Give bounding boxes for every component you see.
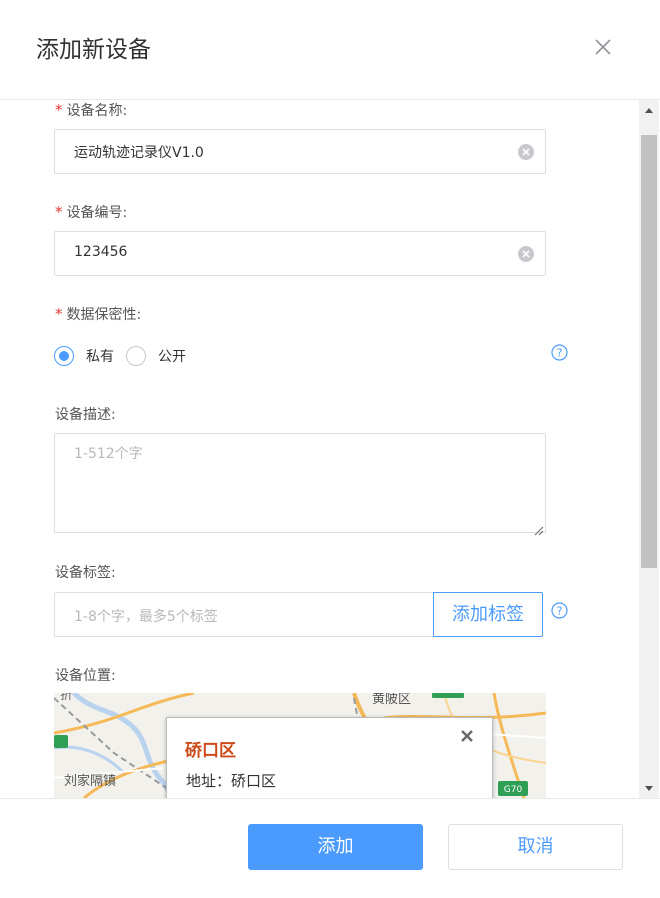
scroll-down-arrow-icon[interactable]	[639, 780, 659, 798]
tag-placeholder: 1-8个字，最多5个标签	[74, 609, 218, 625]
vertical-scrollbar[interactable]	[639, 100, 659, 798]
radio-private-label[interactable]: 私有	[86, 346, 114, 366]
device-number-input[interactable]: 123456	[54, 231, 546, 276]
description-textarea[interactable]: 1-512个字	[54, 433, 546, 536]
location-map[interactable]: G70 折 黄陂区 刘家隔镇 硚口区 地址：硚口区	[54, 693, 546, 798]
help-icon[interactable]: ?	[551, 344, 568, 361]
device-name-input[interactable]: 运动轨迹记录仪V1.0	[54, 129, 546, 174]
map-label-huangpi: 黄陂区	[372, 693, 411, 707]
resize-grip-icon[interactable]	[534, 521, 544, 536]
privacy-label: * 数据保密性:	[55, 304, 141, 324]
dialog-header: 添加新设备	[0, 0, 660, 100]
required-mark: *	[55, 203, 63, 221]
dialog-title: 添加新设备	[36, 37, 151, 63]
location-label: 设备位置:	[55, 668, 116, 684]
privacy-label-text: 数据保密性:	[66, 307, 142, 323]
close-icon[interactable]	[592, 36, 614, 58]
radio-public-label[interactable]: 公开	[158, 346, 186, 366]
description-placeholder: 1-512个字	[74, 446, 143, 462]
device-number-label: * 设备编号:	[55, 202, 127, 222]
cancel-button[interactable]: 取消	[448, 824, 623, 870]
scrollbar-thumb[interactable]	[641, 135, 657, 568]
radio-public[interactable]	[126, 346, 146, 366]
radio-private[interactable]	[54, 346, 74, 366]
add-tag-button[interactable]: 添加标签	[433, 592, 543, 637]
popup-title: 硚口区	[185, 741, 236, 761]
device-name-value: 运动轨迹记录仪V1.0	[74, 145, 204, 161]
form-scroll-area[interactable]: * 设备名称: 运动轨迹记录仪V1.0 * 设备编号: 123456 * 数据保密性:…	[0, 100, 660, 798]
popup-address: 地址：硚口区	[186, 772, 277, 790]
clear-icon[interactable]	[517, 245, 535, 263]
map-label-liujia: 刘家隔镇	[64, 773, 116, 789]
required-mark: *	[55, 101, 63, 119]
device-number-value: 123456	[74, 244, 128, 260]
device-name-label-text: 设备名称:	[66, 103, 128, 119]
svg-text:折: 折	[60, 693, 73, 703]
required-mark: *	[55, 305, 63, 323]
map-road-shield: G70	[504, 785, 523, 795]
close-icon[interactable]	[459, 728, 475, 744]
dialog-footer: 添加 取消	[0, 798, 660, 898]
tags-label: 设备标签:	[55, 565, 116, 581]
tag-input[interactable]: 1-8个字，最多5个标签	[54, 592, 434, 637]
device-name-label: * 设备名称:	[55, 100, 127, 120]
svg-text:?: ?	[557, 347, 563, 360]
map-info-popup: 硚口区 地址：硚口区	[166, 717, 493, 798]
scroll-up-arrow-icon[interactable]	[639, 100, 659, 120]
svg-text:?: ?	[557, 605, 563, 618]
description-label: 设备描述:	[55, 407, 116, 423]
add-button[interactable]: 添加	[248, 824, 423, 870]
device-number-label-text: 设备编号:	[66, 205, 128, 221]
clear-icon[interactable]	[517, 143, 535, 161]
help-icon[interactable]: ?	[551, 602, 568, 619]
